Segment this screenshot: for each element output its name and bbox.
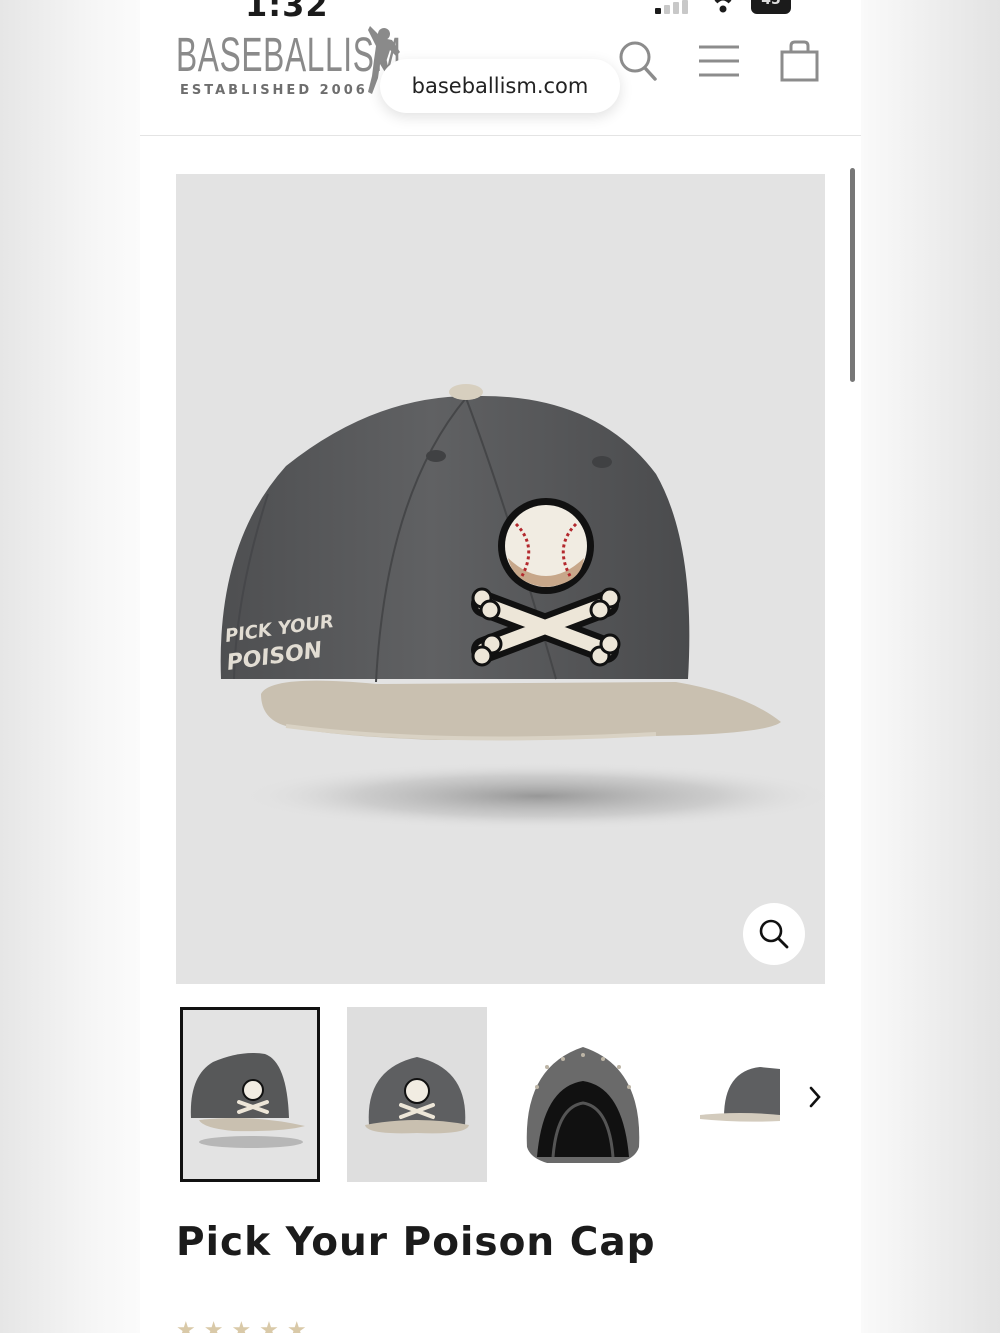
- battery-icon: 45: [751, 0, 791, 14]
- thumbnail-2-image: [365, 1057, 469, 1134]
- logo-tagline: ESTABLISHED 2006: [180, 83, 368, 98]
- scrollbar[interactable]: [850, 168, 855, 382]
- cap-illustration: PICK YOUR POISON: [220, 384, 825, 830]
- shopping-bag-icon[interactable]: [780, 40, 820, 82]
- thumbnail-3-image: [513, 1047, 653, 1182]
- wifi-icon: [714, 0, 732, 13]
- menu-icon[interactable]: [698, 44, 740, 78]
- signal-icon: [655, 0, 695, 14]
- battery-level: 45: [761, 0, 781, 8]
- thumbnail-4[interactable]: [680, 1007, 780, 1182]
- thumbnail-1[interactable]: [180, 1007, 320, 1182]
- product-image[interactable]: PICK YOUR POISON: [176, 174, 825, 984]
- thumbnail-1-image: [190, 1053, 305, 1148]
- header-divider: [140, 135, 861, 136]
- thumbnail-4-image: [700, 1067, 780, 1122]
- status-time: 1:32: [245, 0, 329, 24]
- magnify-icon: [759, 919, 789, 949]
- thumbnail-3[interactable]: [513, 1007, 653, 1182]
- chevron-right-icon[interactable]: [805, 1080, 825, 1114]
- rating-stars[interactable]: ★★★★★: [176, 1318, 315, 1333]
- thumbnail-2[interactable]: [347, 1007, 487, 1182]
- zoom-button[interactable]: [743, 903, 805, 965]
- mobile-page: 1:32 45 BASEBALLISM ESTABLISHED 2006 bas…: [140, 0, 861, 1333]
- site-logo[interactable]: BASEBALLISM ESTABLISHED 2006: [176, 26, 406, 102]
- search-icon[interactable]: [618, 40, 658, 82]
- url-bar[interactable]: baseballism.com: [380, 59, 620, 113]
- product-title: Pick Your Poison Cap: [176, 1220, 656, 1265]
